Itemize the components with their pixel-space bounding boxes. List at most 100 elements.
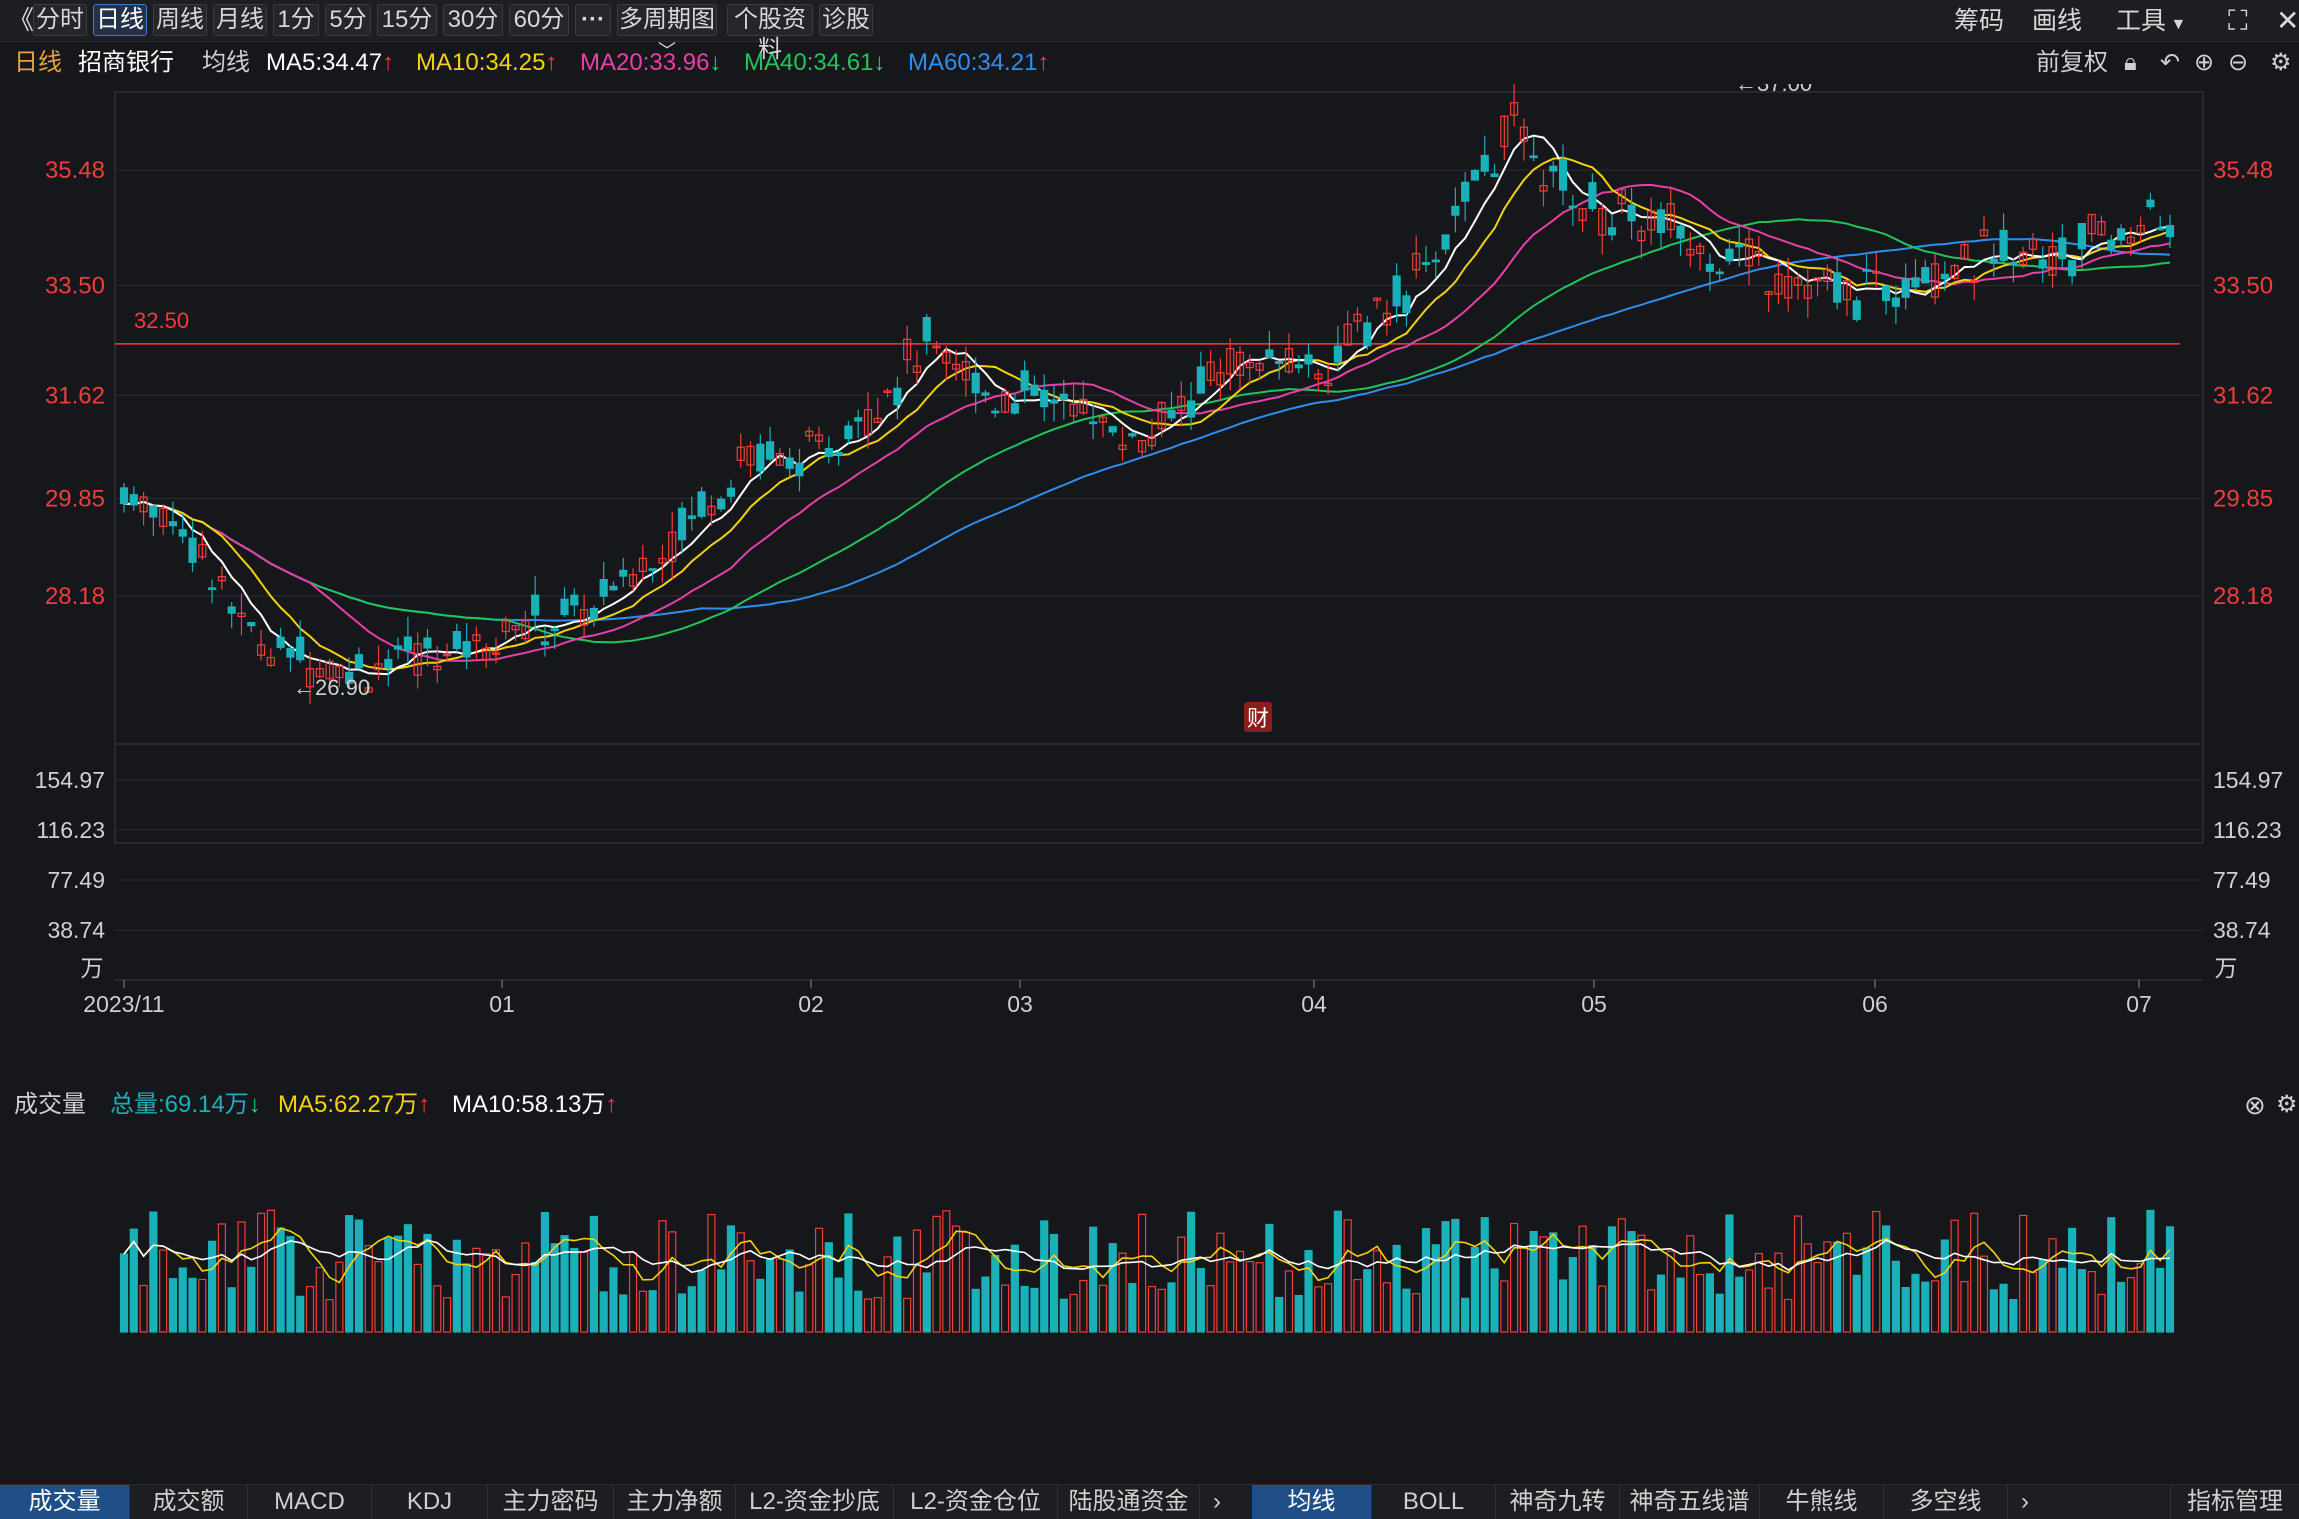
- volume-bar: [1588, 1245, 1597, 1333]
- volume-bar: [305, 1285, 315, 1333]
- candle-body: [2009, 262, 2018, 265]
- candle-body: [1441, 234, 1450, 250]
- volume-bar: [540, 1211, 550, 1333]
- volume-bar: [922, 1272, 931, 1333]
- zoom-in-icon[interactable]: ⊕: [2194, 44, 2214, 82]
- tab-ma[interactable]: 均线: [1252, 1485, 1372, 1519]
- arrow-up-icon: ↑: [1037, 49, 1050, 76]
- scroll-right-icon[interactable]: ›: [1200, 1485, 1234, 1519]
- ma20-line: [123, 183, 2171, 662]
- tab-volume[interactable]: 成交量: [0, 1485, 130, 1519]
- volume-bar: [2038, 1259, 2047, 1333]
- volume-bar: [1823, 1241, 1832, 1333]
- window-close-icon[interactable]: ✕: [2276, 5, 2299, 37]
- volume-bar: [1235, 1250, 1245, 1333]
- candle-body: [2116, 228, 2126, 241]
- volume-bar: [1206, 1285, 1215, 1333]
- double-chevron-left-icon[interactable]: 《: [8, 4, 34, 36]
- tab-main-net[interactable]: 主力净额: [614, 1485, 736, 1519]
- lock-icon[interactable]: 🔒︎: [2124, 44, 2137, 82]
- tab-5min[interactable]: 5分: [325, 4, 371, 36]
- settings-gear-icon[interactable]: ⚙: [2270, 44, 2292, 82]
- multi-period-dropdown[interactable]: 多周期图 ﹀: [617, 4, 717, 61]
- volume-bar: [1363, 1269, 1372, 1333]
- indicator-management-button[interactable]: 指标管理: [2170, 1485, 2299, 1519]
- ma-info-bar: 日线 招商银行 均线 MA5:34.47↑ MA10:34.25↑ MA20:3…: [0, 44, 2299, 84]
- volume-ma5: MA5:62.27万↑: [278, 1088, 430, 1122]
- tab-weekly[interactable]: 周线: [153, 4, 207, 36]
- candle-body: [286, 648, 295, 658]
- volume-bar: [707, 1213, 716, 1333]
- candle-body: [550, 628, 559, 632]
- x-axis-label: 06: [1862, 991, 1888, 1017]
- volume-bar: [1979, 1255, 1989, 1333]
- tab-macd[interactable]: MACD: [248, 1485, 372, 1519]
- volume-bar: [2165, 1226, 2175, 1333]
- undo-icon[interactable]: ↶: [2160, 44, 2180, 82]
- diagnose-button[interactable]: 诊股: [819, 4, 873, 36]
- candle-body: [423, 637, 432, 649]
- fullscreen-icon[interactable]: ⛶: [2228, 5, 2248, 37]
- tab-kdj[interactable]: KDJ: [372, 1485, 488, 1519]
- candle-body: [1265, 349, 1274, 358]
- tab-l2-position[interactable]: L2-资金仓位: [894, 1485, 1058, 1519]
- candle-body: [2038, 259, 2047, 269]
- candle-body: [1549, 165, 1558, 172]
- ma10-line: [123, 156, 2171, 671]
- close-panel-icon[interactable]: ⊗: [2244, 1088, 2266, 1122]
- tab-30min[interactable]: 30分: [443, 4, 503, 36]
- candle-body: [717, 498, 726, 510]
- kline-chart[interactable]: 35.48 35.48 33.50 33.50 31.62 31.62 29.85 29.85…: [0, 84, 2299, 1484]
- y-tick-right: 29.85: [2213, 486, 2273, 513]
- candle-body: [247, 621, 256, 627]
- volume-bar: [795, 1291, 804, 1333]
- tab-daily[interactable]: 日线: [93, 4, 147, 36]
- volume-ma10-text: MA10:58.13万: [452, 1091, 606, 1118]
- volume-bar: [658, 1220, 667, 1333]
- tab-1min[interactable]: 1分: [273, 4, 319, 36]
- adjust-mode-button[interactable]: 前复权: [2036, 44, 2108, 82]
- ma5-line: [123, 134, 2171, 676]
- tab-main-code[interactable]: 主力密码: [488, 1485, 614, 1519]
- draw-line-button[interactable]: 画线: [2032, 5, 2082, 37]
- volume-bar: [942, 1210, 951, 1333]
- tab-l2-bottom[interactable]: L2-资金抄底: [736, 1485, 894, 1519]
- tab-turnover[interactable]: 成交额: [130, 1485, 248, 1519]
- volume-bars: [119, 1209, 2175, 1333]
- chips-button[interactable]: 筹码: [1954, 5, 2004, 37]
- candle-body: [1901, 278, 1910, 298]
- volume-bar: [1793, 1215, 1803, 1333]
- candlesticks: [119, 84, 2175, 705]
- volume-bar: [1412, 1293, 1421, 1333]
- vol-unit-right: 万: [2215, 955, 2238, 981]
- tab-long-short[interactable]: 多空线: [1884, 1485, 2008, 1519]
- volume-bar: [766, 1258, 775, 1333]
- candle-body: [844, 425, 853, 440]
- tab-five-lines[interactable]: 神奇五线谱: [1620, 1485, 1760, 1519]
- y-tick-left: 35.48: [45, 157, 105, 184]
- stock-info-button[interactable]: 个股资料: [727, 4, 813, 63]
- volume-bar: [1784, 1298, 1793, 1333]
- vol-tick-right: 116.23: [2213, 817, 2282, 843]
- tab-15min[interactable]: 15分: [377, 4, 437, 36]
- zoom-out-icon[interactable]: ⊖: [2228, 44, 2248, 82]
- tools-menu[interactable]: 工具 ▼: [2116, 5, 2186, 41]
- volume-bar: [1461, 1297, 1470, 1333]
- more-periods-button[interactable]: ···: [575, 4, 611, 36]
- volume-bar: [736, 1232, 745, 1333]
- tab-boll[interactable]: BOLL: [1372, 1485, 1496, 1519]
- volume-bar: [149, 1211, 158, 1333]
- tab-northbound[interactable]: 陆股通资金: [1058, 1485, 1200, 1519]
- tab-bull-bear[interactable]: 牛熊线: [1760, 1485, 1884, 1519]
- tab-intraday[interactable]: 分时: [33, 4, 87, 36]
- scroll-right-icon[interactable]: ›: [2008, 1485, 2042, 1519]
- tab-60min[interactable]: 60分: [509, 4, 569, 36]
- volume-bar: [384, 1237, 393, 1333]
- candle-body: [1275, 360, 1284, 365]
- panel-settings-icon[interactable]: ⚙: [2276, 1088, 2298, 1122]
- vol-tick-left: 154.97: [35, 767, 105, 793]
- tab-td9[interactable]: 神奇九转: [1496, 1485, 1620, 1519]
- volume-bar: [2087, 1271, 2096, 1333]
- tab-monthly[interactable]: 月线: [213, 4, 267, 36]
- volume-bar: [1265, 1223, 1274, 1333]
